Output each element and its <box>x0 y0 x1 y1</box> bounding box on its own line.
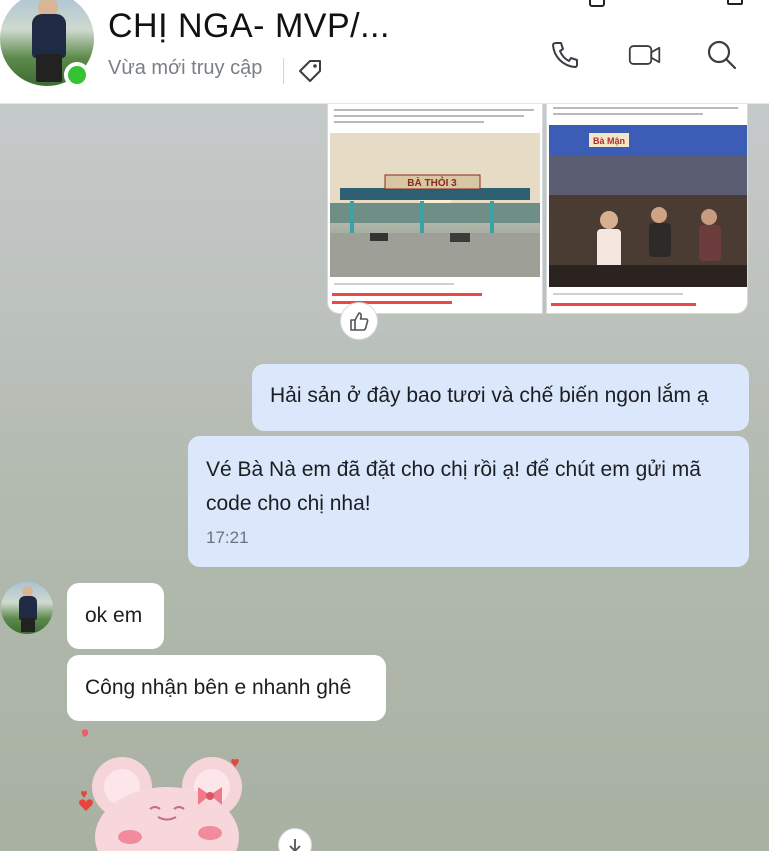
image-message-restaurant-1[interactable]: BÀ THỎI 3 <box>327 96 543 314</box>
online-status-dot <box>64 62 90 88</box>
message-bubble-received[interactable]: Công nhận bên e nhanh ghê <box>67 655 386 721</box>
search-icon[interactable] <box>705 38 739 72</box>
header-divider <box>283 58 284 84</box>
video-call-icon[interactable] <box>628 38 662 72</box>
contact-status: Vừa mới truy cập <box>108 57 263 79</box>
message-time: 17:21 <box>206 528 249 547</box>
message-text: Công nhận bên e nhanh ghê <box>85 676 352 699</box>
message-text: Vé Bà Nà em đã đặt cho chị rồi ạ! để chú… <box>206 458 701 515</box>
bear-sticker[interactable] <box>70 725 260 851</box>
window-minimize-icon[interactable] <box>656 0 674 8</box>
scroll-to-bottom-button[interactable] <box>278 828 312 851</box>
message-text: Hải sản ở đây bao tươi và chế biến ngon … <box>270 384 709 407</box>
like-reaction-button[interactable] <box>340 302 378 340</box>
image-message-restaurant-2[interactable]: Bà Mận <box>546 96 748 314</box>
sender-avatar[interactable] <box>1 582 53 634</box>
chat-header: CHỊ NGA- MVP/... Vừa mới truy cập <box>0 0 769 104</box>
message-text: ok em <box>85 604 143 627</box>
restaurant-photo: BÀ THỎI 3 <box>330 133 540 277</box>
tag-icon[interactable] <box>296 57 324 85</box>
phone-icon[interactable] <box>548 38 582 72</box>
message-bubble-sent[interactable]: Vé Bà Nà em đã đặt cho chị rồi ạ! để chú… <box>188 436 749 567</box>
restaurant-crowd-photo: Bà Mận <box>549 125 747 287</box>
restaurant-sign-text-2: Bà Mận <box>593 136 625 146</box>
thumbs-up-icon <box>350 312 369 331</box>
message-bubble-received[interactable]: ok em <box>67 583 164 649</box>
message-bubble-sent[interactable]: Hải sản ở đây bao tươi và chế biến ngon … <box>252 364 749 431</box>
contact-name[interactable]: CHỊ NGA- MVP/... <box>108 7 390 46</box>
window-maximize-icon[interactable] <box>726 0 744 8</box>
restaurant-sign-text: BÀ THỎI 3 <box>407 176 457 189</box>
window-restore-icon[interactable] <box>588 0 606 8</box>
arrow-down-icon <box>289 839 301 851</box>
